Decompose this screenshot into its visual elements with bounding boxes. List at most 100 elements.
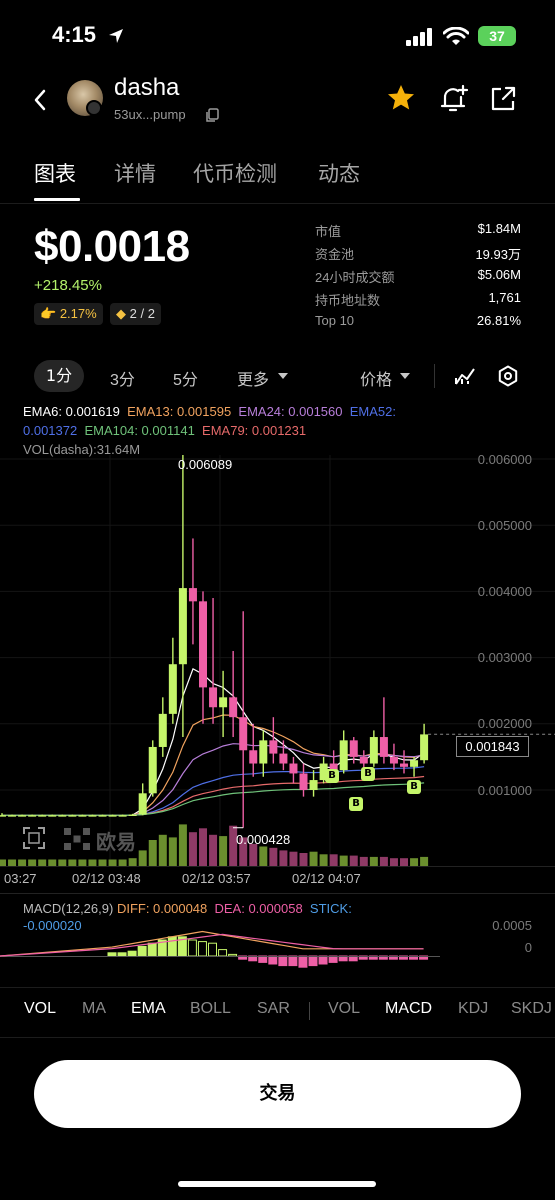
- volume-bar: [339, 855, 348, 866]
- candle-body: [78, 815, 87, 817]
- volume-bar: [389, 858, 398, 866]
- tab-details[interactable]: 详情: [114, 158, 156, 188]
- legend-ema24: EMA24: 0.001560: [238, 404, 343, 419]
- more-dropdown-icon: [278, 373, 288, 379]
- candle-body: [128, 814, 137, 816]
- volume-bar: [369, 856, 378, 866]
- diamond-icon: ◆: [116, 306, 126, 321]
- copy-icon[interactable]: [205, 108, 219, 122]
- candle-body: [279, 753, 288, 764]
- trade-button[interactable]: 交易: [34, 1060, 521, 1128]
- volume-bar: [209, 834, 218, 866]
- hands-chip-value: 2.17%: [59, 306, 97, 321]
- indicator-skdj[interactable]: SKDJ: [511, 1000, 552, 1018]
- indicator-chart-icon[interactable]: [454, 366, 476, 386]
- indicator-ema[interactable]: EMA: [131, 1000, 166, 1018]
- candle-body: [289, 763, 298, 774]
- token-name: dasha: [114, 74, 180, 101]
- macd-bar: [278, 955, 288, 967]
- candle-body: [188, 588, 197, 602]
- buy-marker[interactable]: B: [407, 780, 421, 794]
- buy-marker[interactable]: B: [325, 769, 339, 783]
- volume-bar: [319, 854, 328, 866]
- indicator-boll[interactable]: BOLL: [190, 1000, 231, 1018]
- tab-token-check[interactable]: 代币检测: [193, 158, 277, 188]
- tabs-divider: [0, 203, 555, 204]
- volume-bar: [309, 851, 318, 866]
- candle-body: [239, 717, 248, 751]
- buy-marker[interactable]: B: [361, 767, 375, 781]
- stat-label-top10: Top 10: [315, 313, 355, 328]
- candle-body: [249, 750, 258, 764]
- candle-body: [178, 588, 187, 665]
- indicator-ma[interactable]: MA: [82, 1000, 106, 1018]
- x-axis-line: [0, 866, 555, 867]
- candle-body: [168, 664, 177, 714]
- back-icon[interactable]: [32, 88, 48, 112]
- dev-chip[interactable]: ◆ 2 / 2: [110, 303, 161, 325]
- candle-body: [68, 815, 77, 817]
- hands-chip[interactable]: 👉 2.17%: [34, 303, 103, 325]
- indicator-sar[interactable]: SAR: [257, 1000, 290, 1018]
- chain-badge-icon: [86, 100, 102, 116]
- y-axis-label: 0.003000: [477, 650, 532, 665]
- volume-bar: [279, 850, 288, 866]
- volume-bar: [158, 834, 167, 866]
- candle-body: [88, 815, 97, 817]
- price-type-select[interactable]: 价格: [360, 366, 392, 390]
- macd-bar: [187, 939, 197, 957]
- chart-settings-icon[interactable]: [497, 365, 519, 387]
- active-tab-indicator: [34, 198, 80, 201]
- x-axis-label: 03:27: [4, 871, 37, 886]
- tab-chart[interactable]: 图表: [34, 158, 76, 188]
- indicator-sub-vol[interactable]: VOL: [328, 1000, 360, 1018]
- candle-body: [229, 697, 238, 718]
- timeframe-5m[interactable]: 5分: [173, 366, 198, 390]
- price-type-dropdown-icon: [400, 373, 410, 379]
- tab-activity[interactable]: 动态: [318, 158, 360, 188]
- candle-body: [299, 773, 308, 790]
- stat-value-holders: 1,761: [488, 290, 521, 305]
- volume-bar: [299, 853, 308, 866]
- current-price-tag: 0.001843: [456, 736, 529, 757]
- indicator-kdj[interactable]: KDJ: [458, 1000, 488, 1018]
- dev-chip-value: 2 / 2: [129, 306, 155, 321]
- candle-body: [259, 740, 268, 764]
- legend-ema52-label: EMA52:: [349, 404, 396, 419]
- stat-label-24h-volume: 24小时成交额: [315, 270, 395, 285]
- legend-ema79: EMA79: 0.001231: [202, 423, 307, 438]
- timeframe-3m[interactable]: 3分: [110, 366, 135, 390]
- macd-bar: [288, 955, 298, 967]
- candle-body: [138, 793, 147, 815]
- share-icon[interactable]: [489, 85, 517, 113]
- candle-body: [48, 815, 57, 817]
- y-axis-label: 0.002000: [477, 716, 532, 731]
- fullscreen-icon[interactable]: [22, 826, 46, 850]
- volume-bar: [178, 824, 187, 866]
- current-price: $0.0018: [34, 222, 190, 271]
- macd-bar: [298, 955, 308, 968]
- candle-body: [199, 601, 207, 688]
- location-arrow-icon: [109, 29, 123, 43]
- candle-body: [410, 760, 419, 767]
- signal-icon: [406, 28, 432, 46]
- indicator-macd[interactable]: MACD: [385, 1000, 432, 1018]
- candle-body: [349, 740, 358, 757]
- indicator-bottom-line: [0, 1037, 555, 1038]
- volume-bar: [400, 858, 408, 866]
- candle-body: [58, 815, 67, 817]
- price-alert-bell-icon[interactable]: [438, 83, 470, 115]
- indicator-vol[interactable]: VOL: [24, 1000, 56, 1018]
- indicator-top-line: [0, 987, 555, 988]
- buy-marker[interactable]: B: [349, 797, 363, 811]
- macd-chart[interactable]: [0, 900, 555, 980]
- legend-ema104: EMA104: 0.001141: [84, 423, 195, 438]
- macd-bar: [218, 949, 228, 957]
- legend-ema13: EMA13: 0.001595: [127, 404, 232, 419]
- timeframe-1m[interactable]: 1分: [34, 360, 84, 392]
- timeframe-more[interactable]: 更多: [237, 366, 269, 390]
- battery-indicator: 37: [478, 26, 516, 46]
- volume-bar: [168, 837, 177, 866]
- volume-bar: [410, 858, 419, 866]
- star-icon[interactable]: [386, 83, 416, 113]
